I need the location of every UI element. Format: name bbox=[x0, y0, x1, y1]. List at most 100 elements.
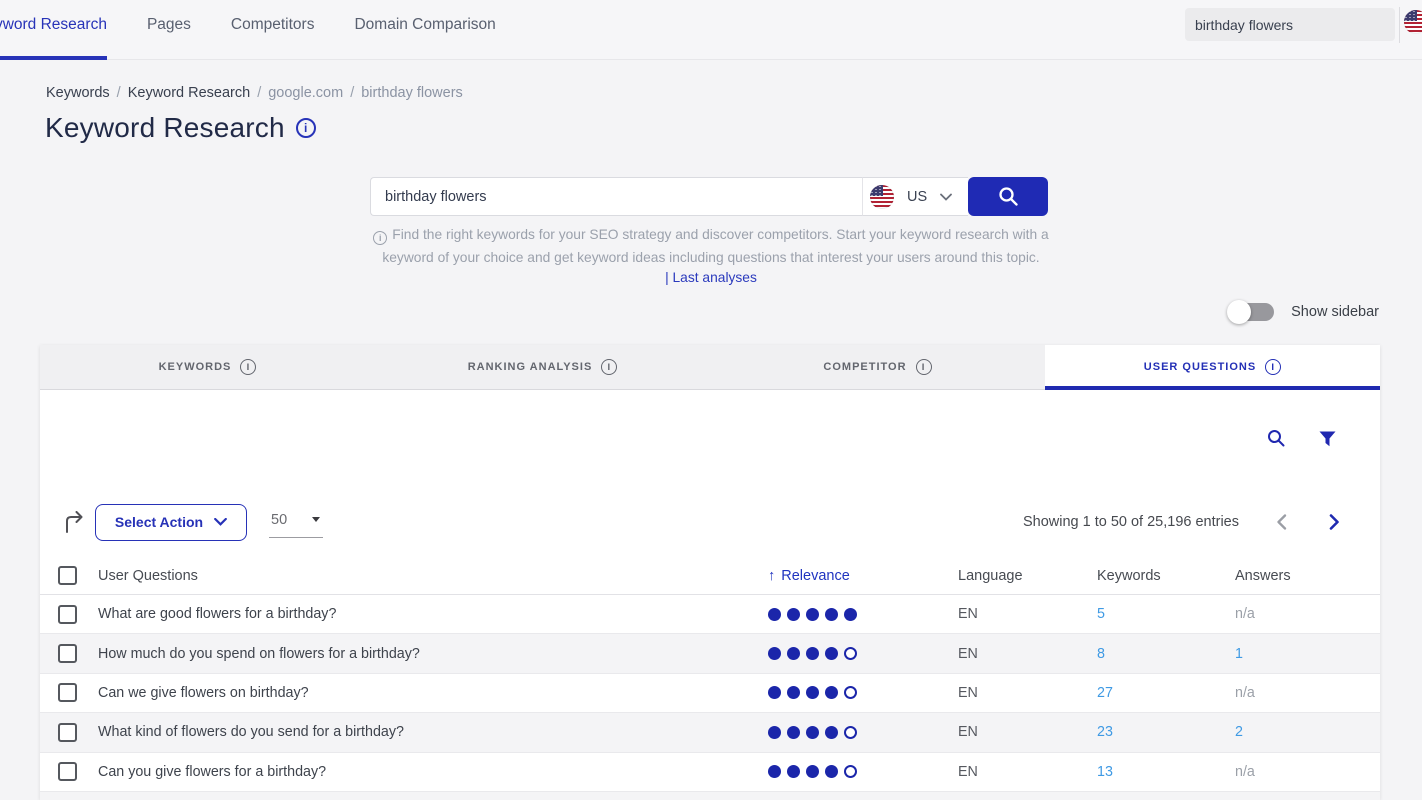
info-icon: i bbox=[373, 231, 387, 245]
page-size-select[interactable]: 50 bbox=[269, 507, 323, 538]
col-header-user-questions[interactable]: User Questions bbox=[98, 568, 768, 584]
user-question-text[interactable]: Can we give flowers on birthday? bbox=[98, 685, 768, 701]
select-all-checkbox[interactable] bbox=[58, 566, 77, 585]
relevance-dot-filled bbox=[787, 647, 800, 660]
relevance-dot-filled bbox=[844, 608, 857, 621]
breadcrumb: Keywords/Keyword Research/google.com/bir… bbox=[46, 85, 463, 101]
nav-item-domain-comparison[interactable]: Domain Comparison bbox=[354, 0, 495, 60]
select-action-dropdown[interactable]: Select Action bbox=[95, 504, 247, 541]
row-checkbox[interactable] bbox=[58, 762, 77, 781]
table-row: How much do you spend on flowers for a b… bbox=[40, 634, 1380, 673]
top-search-input[interactable] bbox=[1185, 8, 1395, 41]
breadcrumb-item-keywords[interactable]: Keywords bbox=[46, 85, 110, 101]
answers-count: n/a bbox=[1235, 685, 1380, 701]
next-page-button[interactable] bbox=[1329, 514, 1340, 530]
row-checkbox[interactable] bbox=[58, 605, 77, 624]
row-checkbox[interactable] bbox=[58, 683, 77, 702]
answers-count[interactable]: 2 bbox=[1235, 724, 1380, 740]
us-flag-icon[interactable] bbox=[1404, 10, 1422, 34]
intro-line2: keyword of your choice and get keyword i… bbox=[0, 247, 1422, 270]
user-question-text[interactable]: What kind of flowers do you send for a b… bbox=[98, 724, 768, 740]
show-sidebar-control: Show sidebar bbox=[1229, 303, 1379, 321]
language-value: EN bbox=[958, 606, 1097, 622]
col-header-relevance[interactable]: ↑Relevance bbox=[768, 568, 958, 584]
page-title: Keyword Research i bbox=[45, 112, 316, 144]
showing-entries-text: Showing 1 to 50 of 25,196 entries bbox=[1023, 514, 1239, 530]
tab-user-questions[interactable]: User Questionsi bbox=[1045, 345, 1380, 390]
language-value: EN bbox=[958, 724, 1097, 740]
relevance-dot-filled bbox=[768, 765, 781, 778]
relevance-dot-filled bbox=[806, 608, 819, 621]
country-selector[interactable]: US bbox=[862, 177, 968, 216]
sidebar-toggle-switch[interactable] bbox=[1229, 303, 1274, 321]
nav-item-competitors[interactable]: Competitors bbox=[231, 0, 315, 60]
nav-item-keyword-research[interactable]: Keyword Research bbox=[0, 0, 107, 60]
answers-count: n/a bbox=[1235, 606, 1380, 622]
relevance-dot-filled bbox=[787, 765, 800, 778]
results-panel: KeywordsiRanking AnalysisiCompetitoriUse… bbox=[40, 345, 1380, 800]
keyword-input-box bbox=[370, 177, 862, 216]
language-value: EN bbox=[958, 764, 1097, 780]
previous-page-button[interactable] bbox=[1276, 514, 1287, 530]
keywords-count-link[interactable]: 5 bbox=[1097, 606, 1235, 622]
tab-keywords[interactable]: Keywordsi bbox=[40, 345, 375, 390]
info-icon[interactable]: i bbox=[296, 118, 316, 138]
table-search-icon[interactable] bbox=[1267, 429, 1286, 448]
nav-item-pages[interactable]: Pages bbox=[147, 0, 191, 60]
relevance-dot-filled bbox=[806, 686, 819, 699]
col-header-keywords[interactable]: Keywords bbox=[1097, 568, 1235, 584]
keywords-count-link[interactable]: 23 bbox=[1097, 724, 1235, 740]
col-header-language[interactable]: Language bbox=[958, 568, 1097, 584]
search-icon bbox=[998, 186, 1019, 207]
table-row: Can we give flowers on birthday? EN27n/a bbox=[40, 674, 1380, 713]
tab-bar: KeywordsiRanking AnalysisiCompetitoriUse… bbox=[40, 345, 1380, 390]
user-question-text[interactable]: What are good flowers for a birthday? bbox=[98, 606, 768, 622]
filter-icon[interactable] bbox=[1319, 431, 1336, 447]
tab-competitor[interactable]: Competitori bbox=[710, 345, 1045, 390]
keywords-count-link[interactable]: 13 bbox=[1097, 764, 1235, 780]
export-icon[interactable] bbox=[63, 511, 85, 533]
row-checkbox[interactable] bbox=[58, 644, 77, 663]
tab-ranking-analysis[interactable]: Ranking Analysisi bbox=[375, 345, 710, 390]
relevance-dot-filled bbox=[806, 726, 819, 739]
user-question-text[interactable]: How much do you spend on flowers for a b… bbox=[98, 646, 768, 662]
last-analyses-link[interactable]: | Last analyses bbox=[0, 270, 1422, 285]
table-row: What kind of flowers do you send for a b… bbox=[40, 713, 1380, 752]
table-row: Can you give flowers for a birthday? EN13… bbox=[40, 753, 1380, 792]
action-row: Select Action 50 Showing 1 to 50 of 25,1… bbox=[63, 503, 1340, 541]
top-navigation-bar: Keyword Research Pages Competitors Domain C… bbox=[0, 0, 1422, 60]
breadcrumb-item-google.com[interactable]: google.com bbox=[268, 85, 343, 101]
keywords-count-link[interactable]: 8 bbox=[1097, 646, 1235, 662]
tab-label: User Questions bbox=[1144, 361, 1256, 373]
divider bbox=[1399, 7, 1400, 43]
relevance-dots bbox=[768, 726, 958, 739]
relevance-dot-filled bbox=[825, 608, 838, 621]
relevance-dots bbox=[768, 686, 958, 699]
select-action-label: Select Action bbox=[115, 514, 203, 530]
breadcrumb-item-keyword-research[interactable]: Keyword Research bbox=[128, 85, 251, 101]
relevance-dots bbox=[768, 647, 958, 660]
breadcrumb-separator: / bbox=[117, 85, 121, 101]
user-questions-table: User Questions ↑Relevance Language Keywo… bbox=[40, 557, 1380, 800]
user-question-text[interactable]: Can you give flowers for a birthday? bbox=[98, 764, 768, 780]
relevance-dot-filled bbox=[787, 608, 800, 621]
relevance-dot-filled bbox=[768, 647, 781, 660]
table-row: What are good flowers for a birthday? EN5… bbox=[40, 595, 1380, 634]
keywords-count-link[interactable]: 27 bbox=[1097, 685, 1235, 701]
search-button[interactable] bbox=[968, 177, 1048, 216]
language-value: EN bbox=[958, 685, 1097, 701]
language-value: EN bbox=[958, 646, 1097, 662]
keyword-input[interactable] bbox=[371, 189, 862, 205]
answers-count[interactable]: 1 bbox=[1235, 646, 1380, 662]
relevance-dots bbox=[768, 608, 958, 621]
tab-label: Keywords bbox=[159, 361, 232, 373]
row-checkbox[interactable] bbox=[58, 723, 77, 742]
breadcrumb-item-birthday-flowers: birthday flowers bbox=[361, 85, 463, 101]
relevance-dot-filled bbox=[825, 686, 838, 699]
col-header-answers[interactable]: Answers bbox=[1235, 568, 1380, 584]
breadcrumb-separator: / bbox=[350, 85, 354, 101]
sort-ascending-icon: ↑ bbox=[768, 568, 775, 584]
table-body: What are good flowers for a birthday?EN5… bbox=[40, 595, 1380, 792]
panel-tools bbox=[1267, 429, 1336, 448]
relevance-dots bbox=[768, 765, 958, 778]
